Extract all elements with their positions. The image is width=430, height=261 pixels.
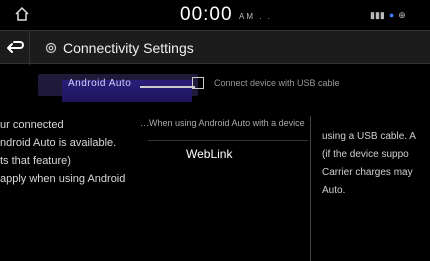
android-auto-label: Android Auto bbox=[68, 78, 132, 89]
right-description: using a USB cable. A (if the device supp… bbox=[322, 128, 430, 248]
right-line-2: (if the device suppo bbox=[322, 149, 409, 160]
divider bbox=[310, 116, 311, 261]
back-button[interactable] bbox=[0, 31, 30, 65]
checkbox[interactable] bbox=[192, 77, 204, 89]
right-line-1: using a USB cable. A bbox=[322, 131, 416, 142]
middle-top-text: …When using Android Auto with a device bbox=[140, 118, 305, 128]
right-line-3: Carrier charges may bbox=[322, 167, 413, 178]
weblink-label: WebLink bbox=[186, 147, 233, 161]
signal-icon: ▮▮▮ bbox=[370, 10, 385, 20]
settings-status-icon: ⊕ bbox=[398, 10, 406, 20]
left-line-2: ndroid Auto is available. bbox=[0, 137, 117, 149]
gear-icon bbox=[44, 41, 58, 55]
content-area: ur connected ndroid Auto is available. t… bbox=[0, 116, 430, 261]
left-line-4: apply when using Android bbox=[0, 173, 126, 185]
page-title: Connectivity Settings bbox=[63, 40, 194, 56]
header: Connectivity Settings bbox=[0, 30, 430, 65]
clock-suffix: AM . . bbox=[239, 12, 272, 21]
clock-time: 00:00 bbox=[180, 4, 233, 25]
weblink-item[interactable]: WebLink bbox=[148, 140, 308, 170]
connector-line bbox=[140, 86, 195, 88]
back-arrow-icon bbox=[6, 41, 24, 53]
status-icons: ▮▮▮ ● ⊕ bbox=[370, 10, 406, 21]
left-line-1: ur connected bbox=[0, 119, 64, 131]
row-right-text: Connect device with USB cable bbox=[214, 78, 340, 88]
settings-row: Android Auto Connect device with USB cab… bbox=[0, 64, 430, 116]
left-line-3: ts that feature) bbox=[0, 155, 71, 167]
home-icon[interactable] bbox=[14, 6, 30, 22]
status-bar: 00:00 AM . . ▮▮▮ ● ⊕ bbox=[0, 0, 430, 30]
right-line-4: Auto. bbox=[322, 185, 346, 196]
left-description: ur connected ndroid Auto is available. t… bbox=[0, 116, 140, 206]
bluetooth-icon: ● bbox=[388, 10, 395, 20]
